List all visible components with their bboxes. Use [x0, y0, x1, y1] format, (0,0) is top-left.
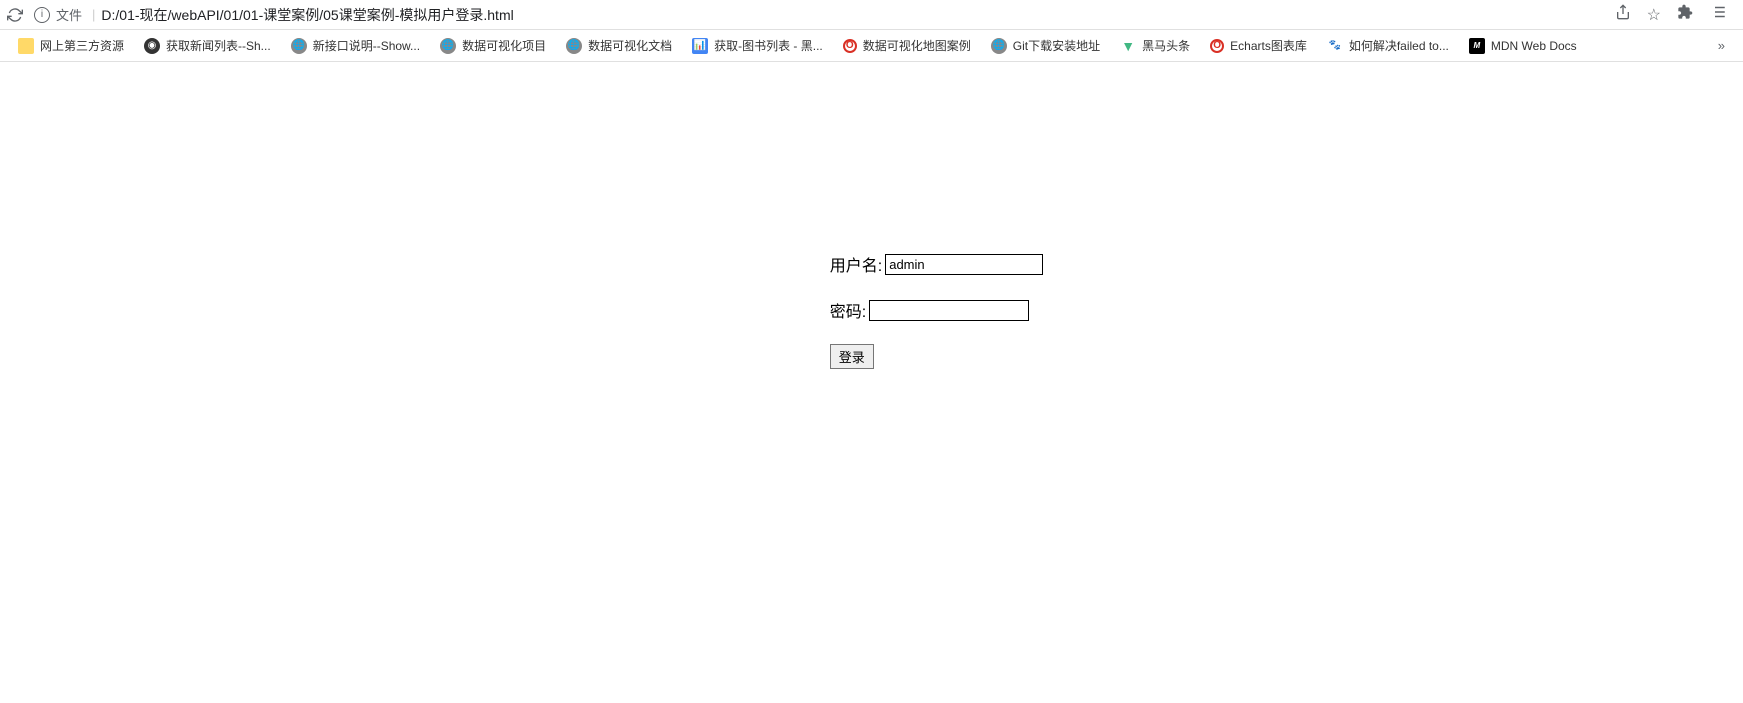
extensions-icon[interactable] — [1677, 4, 1693, 25]
bookmarks-bar: 网上第三方资源 ◉ 获取新闻列表--Sh... 🌐 新接口说明--Show...… — [0, 30, 1743, 62]
refresh-icon[interactable] — [6, 6, 24, 24]
reading-list-icon[interactable] — [1709, 3, 1727, 26]
bookmark-label: 数据可视化项目 — [462, 37, 546, 54]
bookmark-item[interactable]: 🌐 Git下载安装地址 — [983, 33, 1108, 58]
site-icon: O — [843, 39, 857, 53]
bookmark-item[interactable]: 网上第三方资源 — [10, 33, 132, 58]
bookmark-item[interactable]: ◉ 获取新闻列表--Sh... — [136, 33, 279, 58]
bookmark-item[interactable]: O 数据可视化地图案例 — [835, 33, 979, 58]
bookmark-label: 获取-图书列表 - 黑... — [714, 37, 823, 54]
bookmark-label: Git下载安装地址 — [1013, 37, 1100, 54]
username-label: 用户名: — [830, 252, 882, 276]
bookmark-label: 新接口说明--Show... — [313, 37, 420, 54]
star-icon[interactable]: ☆ — [1647, 5, 1661, 25]
vue-icon: ▼ — [1120, 38, 1136, 54]
bookmark-item[interactable]: 🌐 新接口说明--Show... — [283, 33, 428, 58]
bookmark-item[interactable]: M MDN Web Docs — [1461, 34, 1585, 58]
bookmark-label: 数据可视化文档 — [588, 37, 672, 54]
password-input[interactable] — [869, 300, 1029, 321]
bookmark-item[interactable]: 📊 获取-图书列表 - 黑... — [684, 33, 831, 58]
page-content: 用户名: 密码: 登录 — [0, 62, 1743, 391]
globe-icon: 🌐 — [566, 38, 582, 54]
bookmark-label: 网上第三方资源 — [40, 37, 124, 54]
globe-icon: ◉ — [144, 38, 160, 54]
globe-icon: 🌐 — [991, 38, 1007, 54]
bookmark-label: 数据可视化地图案例 — [863, 37, 971, 54]
toolbar-right: ☆ — [1615, 3, 1737, 26]
bookmark-label: 获取新闻列表--Sh... — [166, 37, 271, 54]
bookmark-item[interactable]: 🌐 数据可视化项目 — [432, 33, 554, 58]
bookmarks-overflow-icon[interactable]: » — [1710, 34, 1733, 57]
mdn-icon: M — [1469, 38, 1485, 54]
globe-icon: 🌐 — [440, 38, 456, 54]
password-label: 密码: — [830, 298, 866, 322]
globe-icon: 🌐 — [291, 38, 307, 54]
site-icon: 📊 — [692, 38, 708, 54]
submit-row: 登录 — [830, 344, 1043, 369]
bookmark-item[interactable]: 🌐 数据可视化文档 — [558, 33, 680, 58]
login-button[interactable]: 登录 — [830, 344, 874, 369]
bookmark-label: 黑马头条 — [1142, 37, 1190, 54]
login-form: 用户名: 密码: 登录 — [830, 252, 1043, 391]
bookmark-label: MDN Web Docs — [1491, 39, 1577, 53]
bookmark-item[interactable]: ▼ 黑马头条 — [1112, 33, 1198, 58]
site-icon: 🐾 — [1327, 38, 1343, 54]
info-icon[interactable]: i — [34, 7, 50, 23]
bookmark-label: Echarts图表库 — [1230, 37, 1307, 54]
username-row: 用户名: — [830, 252, 1043, 276]
address-bar: i 文件 | D:/01-现在/webAPI/01/01-课堂案例/05课堂案例… — [0, 0, 1743, 30]
site-icon: O — [1210, 39, 1224, 53]
file-protocol-label: 文件 — [56, 5, 82, 24]
password-row: 密码: — [830, 298, 1043, 322]
folder-icon — [18, 38, 34, 54]
bookmark-item[interactable]: 🐾 如何解决failed to... — [1319, 33, 1457, 58]
url-separator: | — [92, 7, 95, 22]
username-input[interactable] — [885, 254, 1043, 275]
bookmark-label: 如何解决failed to... — [1349, 37, 1449, 54]
bookmark-item[interactable]: O Echarts图表库 — [1202, 33, 1315, 58]
share-icon[interactable] — [1615, 4, 1631, 25]
url-text[interactable]: D:/01-现在/webAPI/01/01-课堂案例/05课堂案例-模拟用户登录… — [101, 5, 1614, 25]
